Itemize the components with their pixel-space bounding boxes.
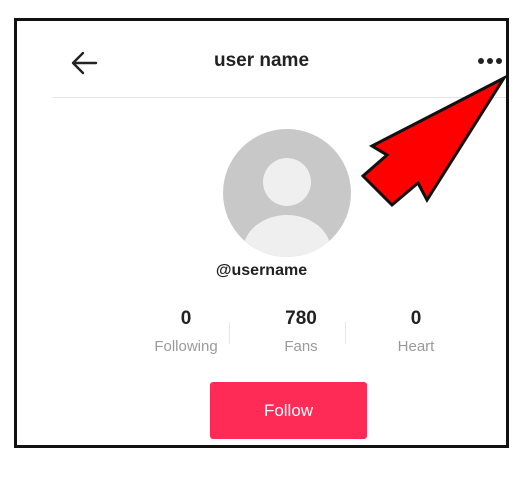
avatar[interactable] <box>223 129 351 257</box>
stat-divider <box>229 322 230 344</box>
stats-row: 0 Following 780 Fans 0 Heart <box>131 308 471 358</box>
more-options-button[interactable] <box>475 51 505 71</box>
header-divider <box>53 97 506 98</box>
profile-username: @username <box>215 262 308 279</box>
stat-fans[interactable]: 780 Fans <box>246 308 356 356</box>
stat-heart[interactable]: 0 Heart <box>361 308 471 356</box>
default-avatar-icon <box>223 129 351 257</box>
follow-button[interactable]: Follow <box>210 382 367 439</box>
profile-header: user name <box>17 21 506 97</box>
stat-label: Heart <box>397 338 435 355</box>
stat-value: 780 <box>285 308 317 329</box>
screenshot-frame: user name @username 0 Following 780 Fans… <box>14 18 509 448</box>
stat-label: Fans <box>284 338 318 355</box>
stat-following[interactable]: 0 Following <box>131 308 241 356</box>
stat-value: 0 <box>180 308 192 329</box>
stat-value: 0 <box>410 308 422 329</box>
more-horizontal-icon <box>478 58 502 64</box>
stat-divider <box>345 322 346 344</box>
page-title: user name <box>213 50 310 71</box>
stat-label: Following <box>154 338 218 355</box>
